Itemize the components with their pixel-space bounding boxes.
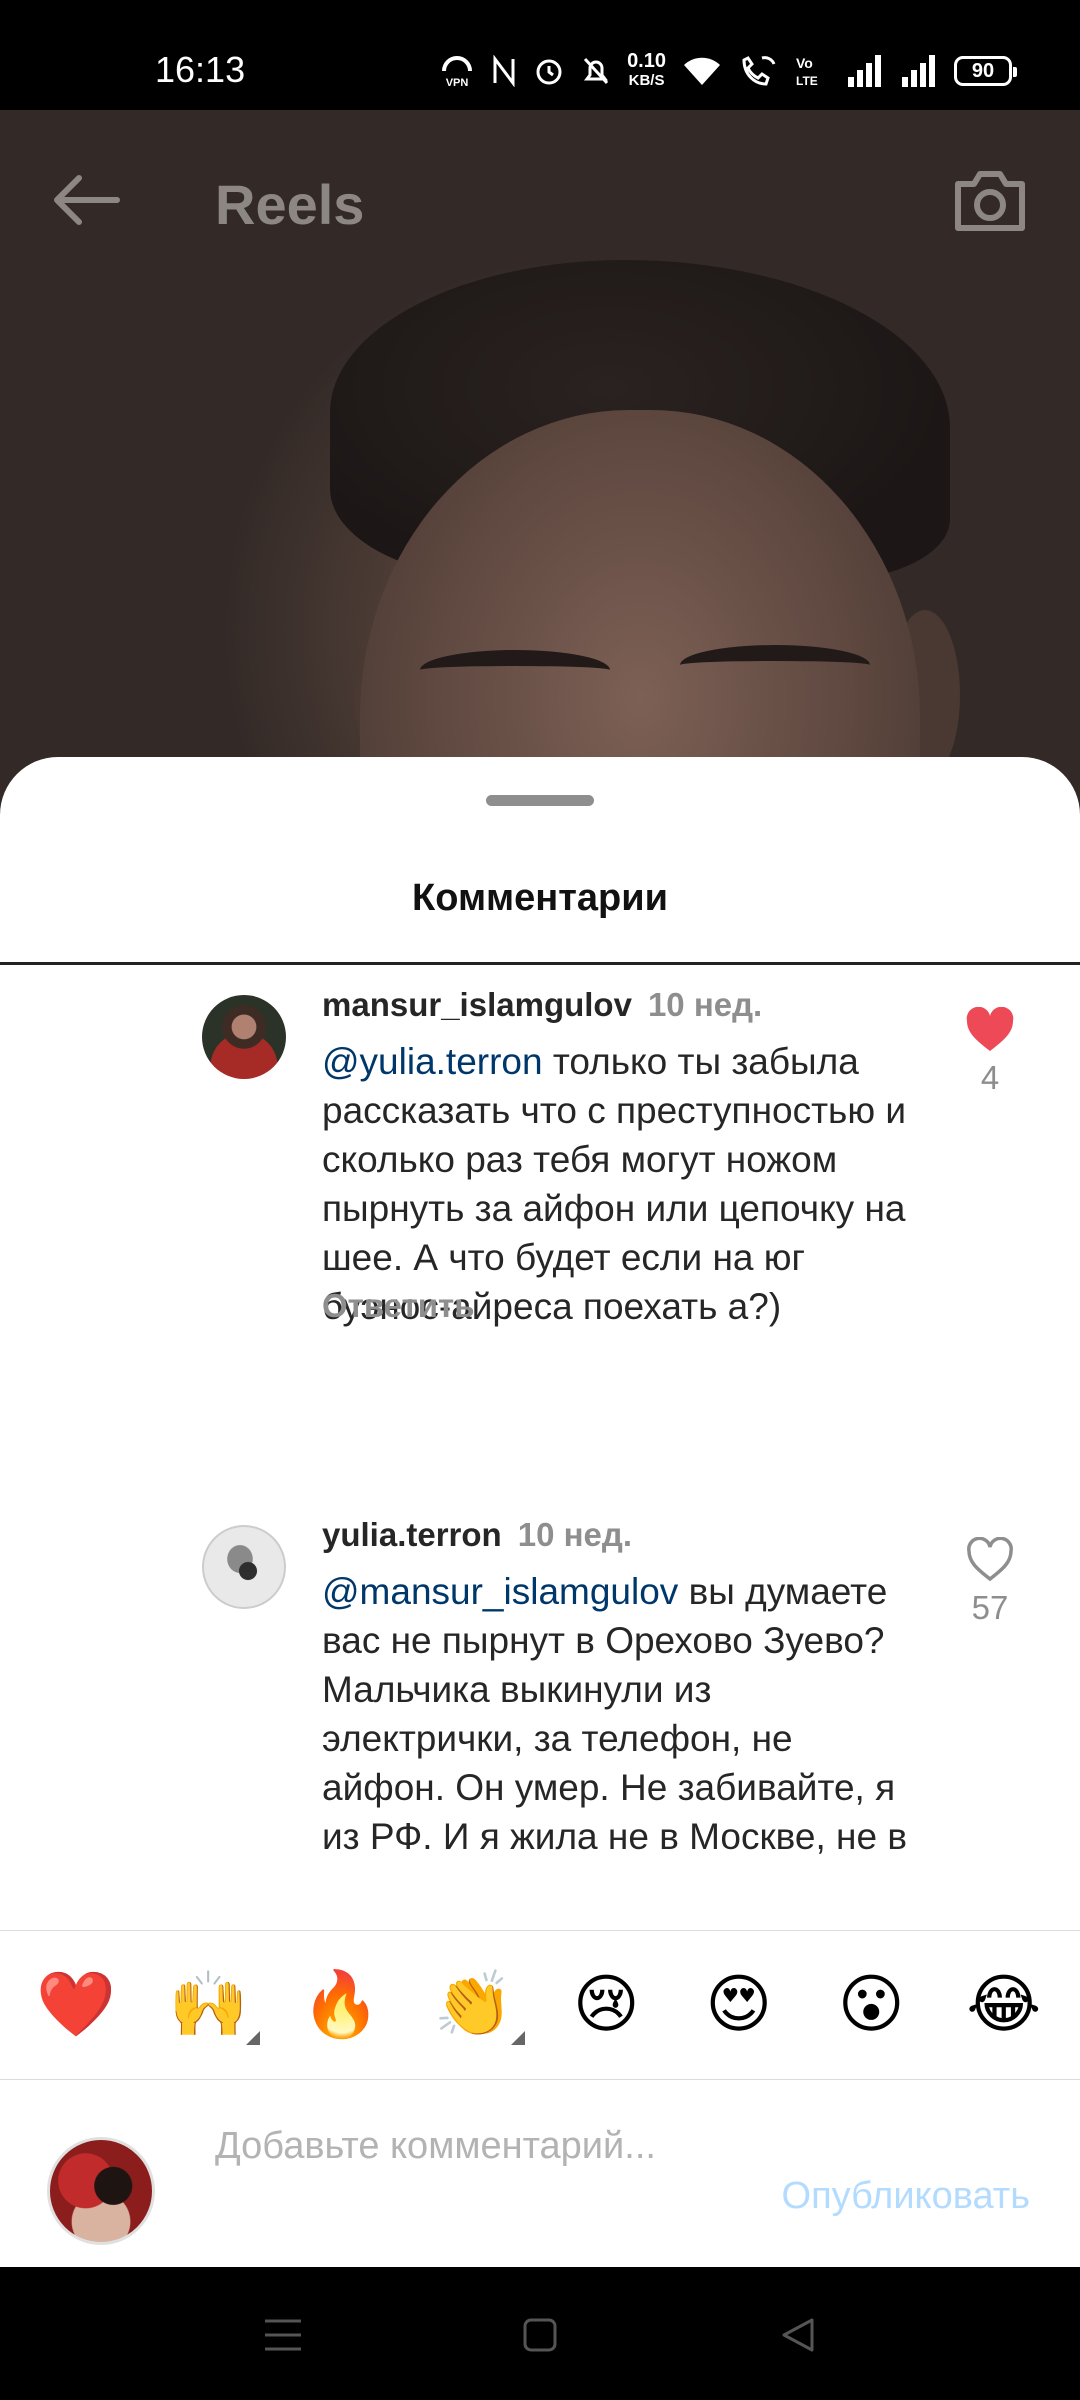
status-bar: 16:13 VPN 0.10 KB/S Vo LTE 90 xyxy=(0,0,1080,110)
like-button[interactable]: 4 xyxy=(955,1007,1025,1097)
emoji-heart-eyes[interactable]: 😍 xyxy=(684,1965,794,2045)
emoji-reaction-bar: ❤️ 🙌 🔥 👏 😢 😍 😮 😂 xyxy=(0,1930,1080,2080)
vpn-icon: VPN xyxy=(442,56,473,89)
comments-list[interactable]: mansur_islamgulov 10 нед. @yulia.terron т… xyxy=(0,965,1080,2043)
reel-video[interactable]: Reels xyxy=(0,110,1080,810)
like-count: 4 xyxy=(980,1059,1000,1096)
emoji-glyph: 👏 xyxy=(433,1968,514,2042)
network-speed: 0.10 KB/S xyxy=(627,50,666,90)
sheet-title: Комментарии xyxy=(412,877,668,919)
current-user-avatar xyxy=(47,2137,155,2245)
back-button[interactable] xyxy=(40,155,130,245)
svg-text:LTE: LTE xyxy=(796,74,818,88)
emoji-fire[interactable]: 🔥 xyxy=(286,1965,396,2045)
comment-time: 10 нед. xyxy=(517,1516,632,1553)
comment-composer: Опубликовать xyxy=(0,2080,1080,2267)
comment-input[interactable] xyxy=(215,2122,715,2232)
menu-nav-button[interactable] xyxy=(253,2305,313,2365)
comment-header: yulia.terron 10 нед. xyxy=(322,1515,632,1555)
page-title: Reels xyxy=(215,173,365,236)
comment-username[interactable]: mansur_islamgulov xyxy=(322,986,632,1023)
emoji-clapping-hands[interactable]: 👏 xyxy=(419,1965,529,2045)
video-figure-brow xyxy=(680,645,870,685)
battery-icon: 90 xyxy=(954,56,1017,86)
square-icon xyxy=(523,2318,557,2352)
emoji-glyph: 🙌 xyxy=(168,1968,249,2042)
status-icons: VPN 0.10 KB/S Vo LTE 90 xyxy=(439,48,1017,94)
skin-tone-indicator xyxy=(245,2031,260,2045)
avatar[interactable] xyxy=(202,995,286,1079)
alarm-icon xyxy=(536,59,562,85)
emoji-raising-hands[interactable]: 🙌 xyxy=(154,1965,264,2045)
drag-handle[interactable] xyxy=(486,795,594,806)
like-button[interactable]: 57 xyxy=(955,1537,1025,1627)
signal-icon xyxy=(902,55,935,87)
home-nav-button[interactable] xyxy=(510,2305,570,2365)
speed-value: 0.10 xyxy=(627,50,666,72)
comment-time: 10 нед. xyxy=(647,986,763,1023)
camera-icon xyxy=(955,171,1025,231)
comment-header: mansur_islamgulov 10 нед. xyxy=(322,985,762,1025)
emoji-crying-face[interactable]: 😢 xyxy=(551,1965,661,2045)
mention-link[interactable]: @yulia.terron xyxy=(322,1041,543,1082)
back-nav-button[interactable] xyxy=(768,2305,828,2365)
camera-button[interactable] xyxy=(940,155,1040,245)
svg-text:VPN: VPN xyxy=(446,77,469,89)
triangle-back-icon xyxy=(782,2318,814,2352)
reels-header: Reels xyxy=(0,110,1080,280)
mention-link[interactable]: @mansur_islamgulov xyxy=(322,1571,678,1612)
video-figure-brow xyxy=(420,650,610,690)
emoji-red-heart[interactable]: ❤️ xyxy=(21,1965,131,2045)
reply-button[interactable]: Ответить xyxy=(322,1287,475,1325)
nfc-icon xyxy=(493,55,515,87)
heart-filled-icon xyxy=(966,1007,1014,1051)
comment-text: @mansur_islamgulov вы думаете вас не пыр… xyxy=(322,1567,922,1861)
volte-icon: Vo LTE xyxy=(796,55,818,88)
signal-icon xyxy=(848,55,881,87)
like-count: 57 xyxy=(971,1589,1009,1626)
comment-username[interactable]: yulia.terron xyxy=(322,1516,502,1553)
comment-body: только ты забыла рассказать что с престу… xyxy=(322,1041,907,1327)
wifi-icon xyxy=(684,57,720,85)
svg-text:Vo: Vo xyxy=(796,55,813,71)
arrow-left-icon xyxy=(54,175,120,225)
skin-tone-indicator xyxy=(510,2031,525,2045)
heart-outline-icon xyxy=(967,1537,1013,1582)
publish-button[interactable]: Опубликовать xyxy=(782,2175,1030,2218)
system-nav-bar xyxy=(0,2267,1080,2400)
emoji-tears-of-joy[interactable]: 😂 xyxy=(949,1965,1059,2045)
wifi-call-icon xyxy=(742,56,776,86)
comment-body: вы думаете вас не пырнут в Орехово Зуево… xyxy=(322,1571,907,1857)
emoji-surprised-face[interactable]: 😮 xyxy=(816,1965,926,2045)
mute-icon xyxy=(583,57,609,85)
status-time: 16:13 xyxy=(155,49,246,90)
menu-icon xyxy=(265,2319,301,2351)
speed-unit: KB/S xyxy=(628,72,665,89)
avatar[interactable] xyxy=(202,1525,286,1609)
